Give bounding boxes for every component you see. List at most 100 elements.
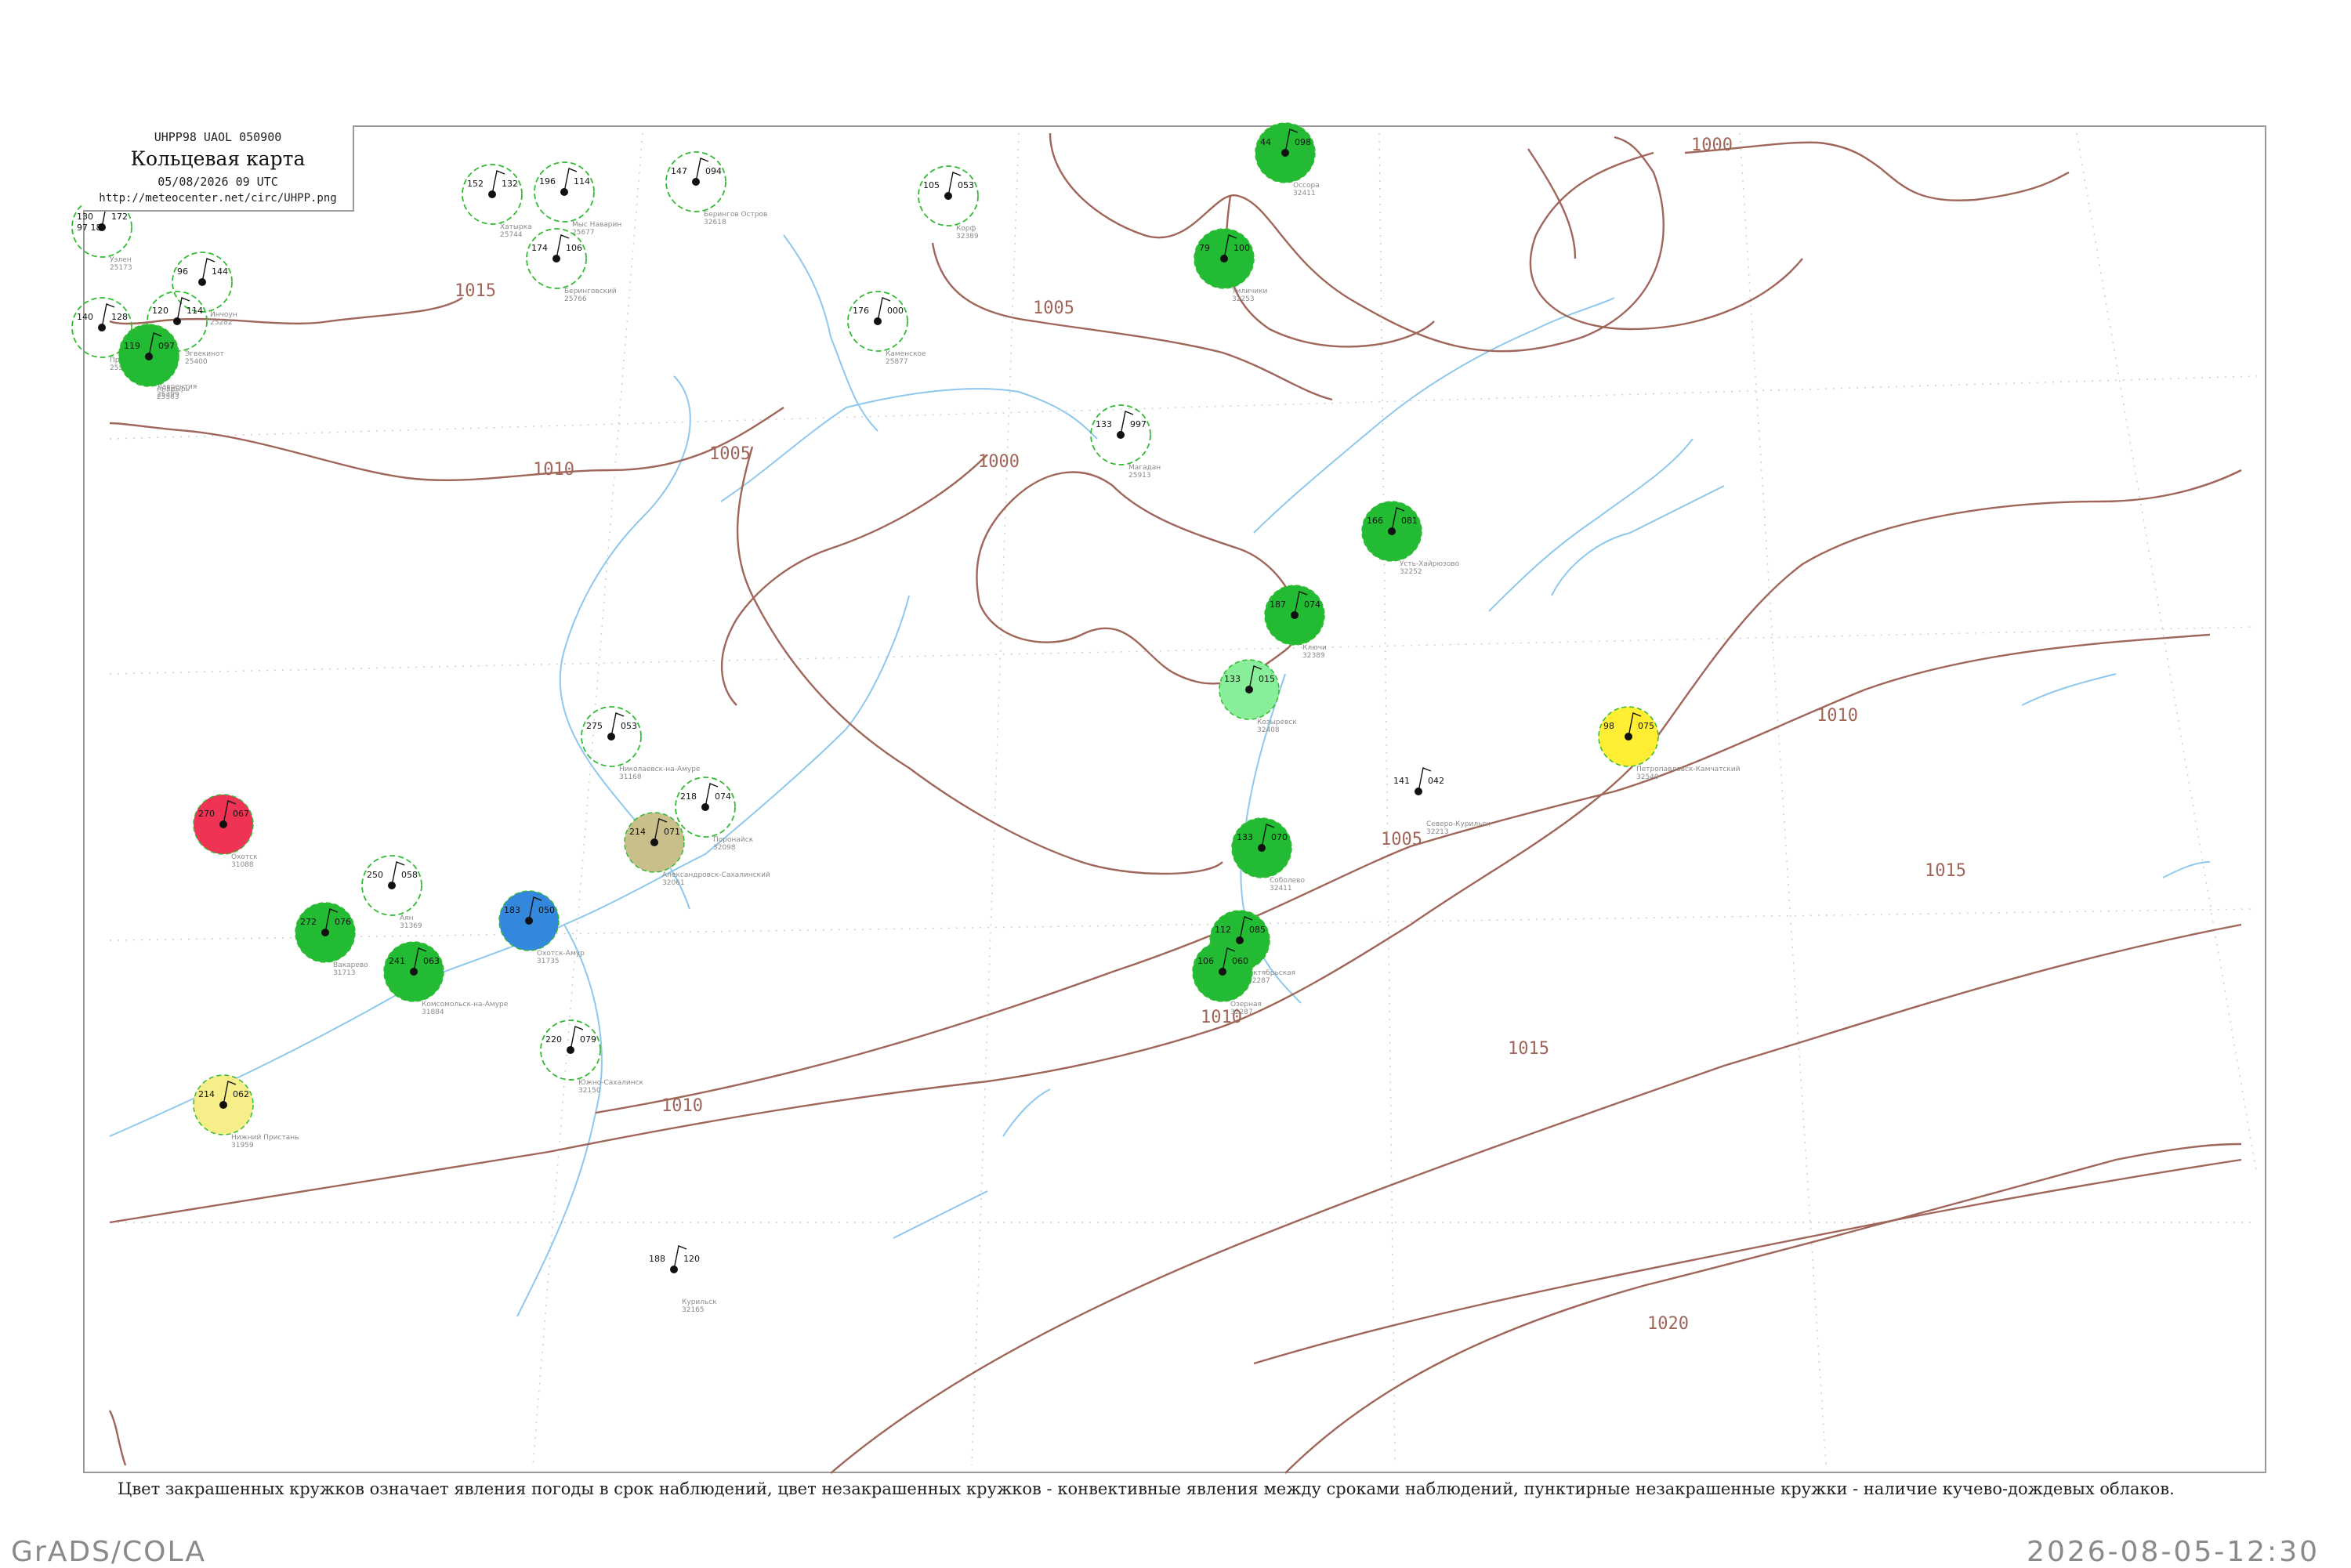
station-index: 25173 [110, 264, 132, 272]
station-name: Охотск [231, 853, 258, 861]
station-ring[interactable]: 174 106 Беринговский25766 [526, 228, 617, 303]
station-name: Хатырка [500, 223, 532, 231]
station-index: 32389 [956, 233, 979, 241]
station-ring[interactable]: 96 144 Инчоун25282 [172, 252, 237, 327]
isobar-label: 1020 [1647, 1314, 1689, 1334]
station-value-left: 130 [77, 212, 93, 222]
station-value-right: 094 [705, 166, 722, 176]
station-ring[interactable]: 218 074 Поронайск32098 [675, 777, 754, 852]
station-name: Аян [400, 914, 414, 922]
station-name: Николаевск-на-Амуре [619, 766, 701, 773]
station-value-right: 053 [958, 180, 974, 190]
map-canvas[interactable]: 1000 1005 1005 1000 1005 1010 1015 1010 … [0, 0, 2351, 1567]
station-value-left: 176 [853, 306, 869, 316]
station-value-right: 114 [574, 176, 590, 186]
station-ring[interactable]: 105 053 Корф32389 [918, 165, 979, 241]
map-date: 05/08/2026 09 UTC [158, 175, 278, 189]
station-index: 31713 [333, 969, 356, 977]
station-name: Ключи [1302, 644, 1327, 652]
station-name: Соболево [1270, 877, 1305, 885]
station-green[interactable]: 272 076 Вакарево31713 [295, 902, 368, 977]
station-green[interactable]: 187 074 Ключи32389 [1264, 585, 1327, 660]
station-value-right: 106 [566, 243, 582, 253]
station-ring[interactable]: 220 079 Южно-Сахалинск32150 [540, 1019, 644, 1095]
station-value-left: 188 [649, 1254, 665, 1264]
station-green[interactable]: 119 097 Анадырь25563 [118, 326, 190, 401]
station-value-left: 166 [1367, 516, 1383, 526]
station-value-left: 187 [1270, 599, 1286, 610]
station-value-right: 081 [1401, 516, 1418, 526]
station-value-right: 120 [683, 1254, 700, 1264]
station-value-left: 270 [198, 809, 215, 819]
station-value-left: 44 [1260, 137, 1271, 147]
station-name: Инчоун [210, 311, 237, 319]
station-name: Беринговский [564, 288, 617, 295]
map-title: Кольцевая карта [130, 147, 306, 170]
station-value-left: 250 [367, 870, 383, 880]
station-olive[interactable]: 214 071 Александровск-Сахалинский32061 [624, 812, 770, 887]
isobar-label: 1000 [1691, 136, 1733, 155]
station-green[interactable]: 44 098 Оссора32411 [1255, 122, 1320, 197]
station-ring[interactable]: 196 114Мыс Наварин25677 [534, 161, 621, 237]
station-index: 31088 [231, 861, 254, 869]
station-name: Вакарево [333, 961, 368, 969]
station-plain[interactable]: 141 042 Северо-Курильск32213 [1393, 767, 1491, 836]
station-value-right: 071 [664, 827, 680, 837]
station-value-left: 112 [1215, 925, 1231, 935]
station-value-left: 183 [504, 905, 520, 915]
station-value-right: 075 [1638, 721, 1654, 731]
isobar-label: 1015 [1508, 1039, 1549, 1059]
station-name: Охотск-Амур [537, 950, 585, 958]
station-ring[interactable]: 152 132 Хатырка25744 [462, 164, 532, 239]
station-name: Александровск-Сахалинский [662, 871, 770, 879]
legend-caption: Цвет закрашенных кружков означает явлени… [118, 1479, 2175, 1498]
station-ring[interactable]: 176 000 Каменское25877 [847, 291, 926, 366]
rivers [109, 234, 2211, 1317]
station-value-right: 144 [212, 266, 228, 277]
station-index: 25744 [500, 231, 523, 239]
station-value-left: 119 [124, 341, 140, 351]
station-ring[interactable]: 133 997 Магадан25913 [1090, 404, 1161, 480]
station-name: Анадырь [157, 386, 190, 393]
station-ring[interactable]: 250 058 Аян31369 [361, 855, 422, 930]
station-name: Козыревск [1257, 719, 1297, 726]
station-blue[interactable]: 183 050 Охотск-Амур31735 [498, 890, 585, 965]
station-value-left: 133 [1096, 419, 1112, 429]
station-name: Озерная [1230, 1001, 1262, 1009]
station-value-left: 272 [300, 917, 317, 927]
station-index: 25877 [886, 358, 908, 366]
station-value-left: 98 [1603, 721, 1614, 731]
station-index: 32287 [1230, 1009, 1253, 1016]
station-value-left: 214 [198, 1089, 215, 1099]
station-plain[interactable]: 188 120 Курильск32165 [649, 1245, 717, 1314]
station-ring[interactable]: 147 094 Берингов Остров32618 [665, 151, 767, 226]
station-name: Петропавловск-Камчатский [1636, 766, 1741, 773]
station-value-left: 105 [923, 180, 940, 190]
source-url[interactable]: http://meteocenter.net/circ/UHPP.png [83, 192, 353, 205]
station-green[interactable]: 241 063 Комсомольск-на-Амуре31884 [383, 941, 509, 1016]
station-index: 32408 [1257, 726, 1280, 734]
station-value-left: 133 [1237, 832, 1253, 842]
isobar-label: 1010 [661, 1096, 703, 1116]
station-green[interactable]: 79 100 Тиличики32253 [1194, 228, 1268, 303]
station-value-right: 063 [423, 956, 440, 966]
isobar-label: 1015 [455, 281, 496, 301]
station-name: Усть-Хайрюзово [1400, 560, 1460, 568]
station-green[interactable]: 166 081 Усть-Хайрюзово32252 [1361, 501, 1460, 576]
product-code: UHPP98 UAOL 050900 [154, 130, 282, 144]
station-index: 25400 [185, 358, 208, 366]
station-value-right: 172 [111, 212, 128, 222]
station-red[interactable]: 270 067 Охотск31088 [193, 794, 258, 869]
station-green[interactable]: 133 070 Соболево32411 [1231, 817, 1305, 893]
station-index: 31959 [231, 1142, 254, 1150]
station-value-right: 070 [1271, 832, 1288, 842]
station-name: Магадан [1128, 464, 1161, 472]
station-value-right: 100 [1233, 243, 1250, 253]
station-name: Северо-Курильск [1426, 820, 1491, 828]
station-pale_yellow[interactable]: 214 062 Нижний Пристань31959 [193, 1074, 299, 1150]
station-ring[interactable]: 275 053 Николаевск-на-Амуре31168 [581, 706, 701, 781]
station-index: 32411 [1270, 885, 1292, 893]
station-light_green[interactable]: 133 015 Козыревск32408 [1219, 659, 1297, 734]
station-value-left: 147 [671, 166, 687, 176]
station-value-right: 062 [233, 1089, 249, 1099]
